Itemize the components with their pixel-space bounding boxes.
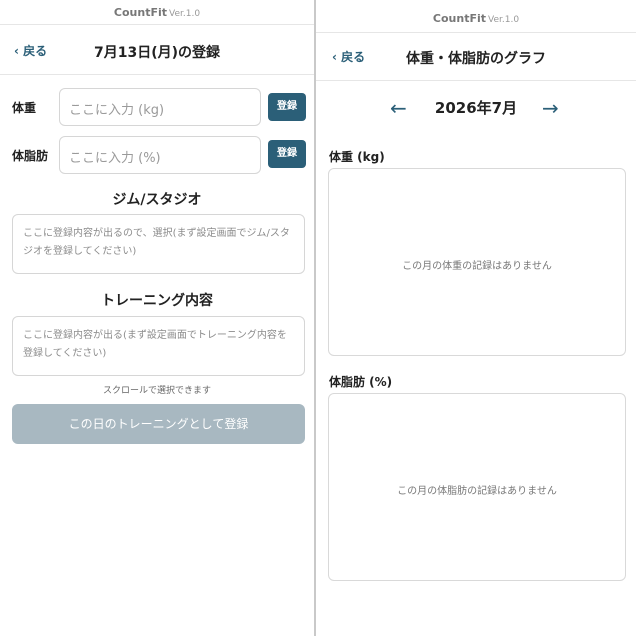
body-fat-label: 体脂肪 — [12, 149, 49, 163]
gym-select-box[interactable]: ここに登録内容が出るので、選択(まず設定画面でジム/スタジオを登録してください) — [12, 214, 305, 274]
app-version: Ver.1.0 — [488, 15, 520, 25]
page-title: 7月13日(月)の登録 — [93, 45, 221, 61]
graph-screen: CountFit Ver.1.0 ‹ 戻る 体重・体脂肪のグラフ ← 2026年7… — [316, 0, 636, 636]
registration-screen: CountFit Ver.1.0 ‹ 戻る 7月13日(月)の登録 体重 ここに入… — [0, 0, 314, 636]
app-header: CountFit Ver.1.0 — [316, 12, 636, 25]
title-divider — [316, 80, 636, 81]
app-name: CountFit — [113, 6, 168, 19]
header-divider — [0, 24, 314, 25]
arrow-right-icon[interactable]: → — [542, 96, 559, 120]
body-fat-register-button[interactable]: 登録 — [268, 140, 306, 168]
gym-section-title: ジム/スタジオ — [112, 192, 202, 208]
app-version: Ver.1.0 — [169, 9, 201, 19]
body-fat-graph: この月の体脂肪の記録はありません — [328, 393, 626, 581]
training-section-title: トレーニング内容 — [101, 293, 213, 309]
weight-label: 体重 — [12, 101, 37, 115]
body-fat-empty-message: この月の体脂肪の記録はありません — [397, 486, 557, 497]
weight-register-button[interactable]: 登録 — [268, 93, 306, 121]
body-fat-input-placeholder: ここに入力 (%) — [69, 151, 161, 166]
scroll-hint: スクロールで選択できます — [102, 386, 211, 396]
title-divider — [0, 74, 314, 75]
weight-input-placeholder: ここに入力 (kg) — [69, 103, 165, 118]
body-fat-graph-label: 体脂肪 (%) — [329, 375, 393, 389]
header-divider — [316, 32, 636, 33]
page-title: 体重・体脂肪のグラフ — [406, 51, 546, 67]
training-select-box[interactable]: ここに登録内容が出る(まず設定画面でトレーニング内容を登録してください) — [12, 316, 305, 376]
app-header: CountFit Ver.1.0 — [0, 6, 314, 19]
month-navigation: ← 2026年7月 → — [316, 96, 636, 120]
body-fat-input[interactable]: ここに入力 (%) — [59, 136, 261, 174]
month-label: 2026年7月 — [434, 99, 518, 117]
weight-empty-message: この月の体重の記録はありません — [402, 261, 552, 272]
register-training-button[interactable]: この日のトレーニングとして登録 — [12, 404, 305, 444]
weight-graph: この月の体重の記録はありません — [328, 168, 626, 356]
weight-graph-label: 体重 (kg) — [329, 150, 385, 164]
weight-input[interactable]: ここに入力 (kg) — [59, 88, 261, 126]
app-name: CountFit — [432, 12, 487, 25]
